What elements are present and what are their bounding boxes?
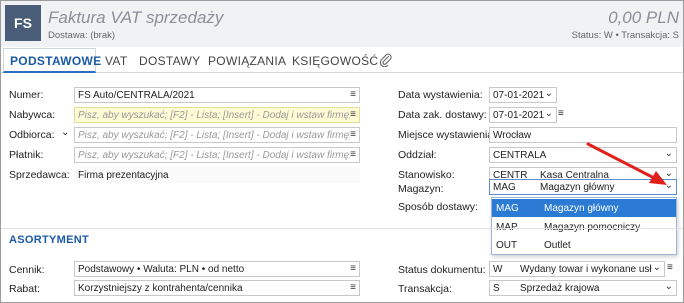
status-code: W	[493, 264, 503, 275]
magazyn-name: Magazyn główny	[540, 182, 615, 193]
document-subtitle: Dostawa: (brak)	[48, 30, 116, 41]
nabywca-placeholder: Pisz, aby wyszukać; [F2] - Lista; [Inser…	[78, 110, 352, 121]
magazyn-label: Magazyn:	[398, 183, 444, 195]
asortyment-section-title: ASORTYMENT	[9, 234, 89, 246]
document-amount: 0,00 PLN	[608, 8, 679, 27]
tab-dostawy[interactable]: DOSTAWY	[139, 54, 200, 68]
magazyn-code: MAG	[493, 182, 516, 193]
data-wystawienia-label: Data wystawienia:	[398, 89, 483, 101]
numer-field[interactable]: FS Auto/CENTRALA/2021 ≡	[74, 87, 360, 103]
cennik-value: Podstawowy • Waluta: PLN • od netto	[78, 264, 245, 275]
magazyn-option-map[interactable]: MAP Magazyn pomocniczy	[492, 218, 676, 236]
sprzedawca-field: Firma prezentacyjna	[74, 167, 360, 183]
platnik-label: Płatnik:	[9, 149, 44, 161]
status-dokumentu-label: Status dokumentu:	[398, 264, 486, 276]
odbiorca-input[interactable]: Pisz, aby wyszukać; [F2] - Lista; [Inser…	[74, 127, 360, 143]
document-status-line: Status: W • Transakcja: S	[571, 30, 679, 41]
transakcja-code: S	[493, 283, 500, 294]
platnik-menu-icon[interactable]: ≡	[350, 149, 356, 160]
option-code: MAG	[496, 203, 519, 214]
tab-powiazania[interactable]: POWIĄZANIA	[208, 54, 286, 68]
attachment-icon[interactable]	[379, 53, 393, 67]
tab-ksiegowosc[interactable]: KSIĘGOWOŚĆ	[292, 54, 378, 68]
odbiorca-label: Odbiorca:	[9, 129, 55, 141]
option-name: Magazyn główny	[544, 203, 619, 214]
data-zak-dostawy-label: Data zak. dostawy:	[398, 109, 487, 121]
data-wystawienia-chevron-down-icon[interactable]: ⌄	[545, 88, 553, 99]
document-header: FS Faktura VAT sprzedaży Dostawa: (brak)…	[1, 1, 683, 47]
rabat-value: Korzystniejszy z kontrahenta/cennika	[78, 283, 243, 294]
cennik-menu-icon[interactable]: ≡	[350, 263, 356, 274]
document-title: Faktura VAT sprzedaży	[48, 8, 224, 27]
transakcja-select[interactable]: S Sprzedaż krajowa ⌄	[489, 280, 677, 296]
odbiorca-chevron-down-icon[interactable]: ⌄	[61, 127, 69, 138]
platnik-placeholder: Pisz, aby wyszukać; [F2] - Lista; [Inser…	[78, 150, 352, 161]
oddzial-label: Oddział:	[398, 149, 437, 161]
rabat-field[interactable]: Korzystniejszy z kontrahenta/cennika ≡	[74, 280, 360, 296]
nabywca-menu-icon[interactable]: ≡	[350, 109, 356, 120]
magazyn-option-out[interactable]: OUT Outlet	[492, 236, 676, 254]
rabat-menu-icon[interactable]: ≡	[350, 282, 356, 293]
data-wystawienia-value: 07-01-2021	[493, 90, 545, 101]
odbiorca-placeholder: Pisz, aby wyszukać; [F2] - Lista; [Inser…	[78, 130, 352, 141]
option-name: Outlet	[544, 240, 571, 251]
sposob-dostawy-label: Sposób dostawy:	[398, 201, 478, 213]
data-zak-dostawy-chevron-down-icon[interactable]: ⌄	[545, 108, 553, 119]
status-dokumentu-select[interactable]: W Wydany towar i wykonane usł ⌄	[489, 261, 665, 277]
numer-label: Numer:	[9, 89, 44, 101]
transakcja-chevron-down-icon[interactable]: ⌄	[665, 281, 673, 292]
window: FS Faktura VAT sprzedaży Dostawa: (brak)…	[0, 0, 684, 303]
transakcja-label: Transakcja:	[398, 283, 452, 295]
data-zak-dostawy-menu-icon[interactable]: ≡	[558, 108, 564, 119]
magazyn-chevron-down-icon[interactable]: ⌄	[665, 180, 673, 191]
tab-podstawowe[interactable]: PODSTAWOWE	[10, 54, 101, 68]
nabywca-input[interactable]: Pisz, aby wyszukać; [F2] - Lista; [Inser…	[74, 107, 360, 123]
oddzial-value: CENTRALA	[493, 150, 547, 161]
option-code: OUT	[496, 240, 518, 251]
sprzedawca-label: Sprzedawca:	[9, 169, 70, 181]
status-name: Wydany towar i wykonane usł	[520, 264, 652, 275]
miejsce-wystawienia-input[interactable]: Wrocław	[489, 127, 677, 143]
section-divider	[1, 228, 683, 229]
magazyn-option-mag[interactable]: MAG Magazyn główny	[492, 199, 676, 217]
tab-bar: PODSTAWOWE VAT DOSTAWY POWIĄZANIA KSIĘGO…	[1, 48, 683, 73]
document-type-logo: FS	[5, 5, 41, 41]
cennik-label: Cennik:	[9, 264, 45, 276]
stanowisko-label: Stanowisko:	[398, 169, 455, 181]
sprzedawca-value: Firma prezentacyjna	[78, 170, 169, 181]
status-chevron-down-icon[interactable]: ⌄	[652, 262, 661, 273]
data-wystawienia-field[interactable]: 07-01-2021 ⌄	[489, 87, 557, 103]
cennik-field[interactable]: Podstawowy • Waluta: PLN • od netto ≡	[74, 261, 360, 277]
data-zak-dostawy-field[interactable]: 07-01-2021 ⌄	[489, 107, 557, 123]
numer-value: FS Auto/CENTRALA/2021	[78, 90, 195, 101]
nabywca-label: Nabywca:	[9, 109, 56, 121]
platnik-input[interactable]: Pisz, aby wyszukać; [F2] - Lista; [Inser…	[74, 147, 360, 163]
odbiorca-menu-icon[interactable]: ≡	[350, 129, 356, 140]
rabat-label: Rabat:	[9, 283, 40, 295]
numer-menu-icon[interactable]: ≡	[350, 89, 356, 100]
miejsce-wystawienia-label: Miejsce wystawienia:	[398, 129, 497, 141]
oddzial-chevron-down-icon[interactable]: ⌄	[665, 148, 673, 159]
magazyn-dropdown-list: MAG Magazyn główny MAP Magazyn pomocnicz…	[491, 197, 677, 255]
oddzial-select[interactable]: CENTRALA ⌄	[489, 147, 677, 163]
miejsce-wystawienia-value: Wrocław	[493, 130, 532, 141]
tab-vat[interactable]: VAT	[105, 54, 127, 68]
stanowisko-chevron-down-icon[interactable]: ⌄	[665, 168, 673, 179]
transakcja-name: Sprzedaż krajowa	[520, 283, 600, 294]
data-zak-dostawy-value: 07-01-2021	[493, 110, 545, 121]
magazyn-select[interactable]: MAG Magazyn główny ⌄	[489, 179, 677, 195]
status-menu-icon[interactable]: ≡	[667, 262, 673, 273]
